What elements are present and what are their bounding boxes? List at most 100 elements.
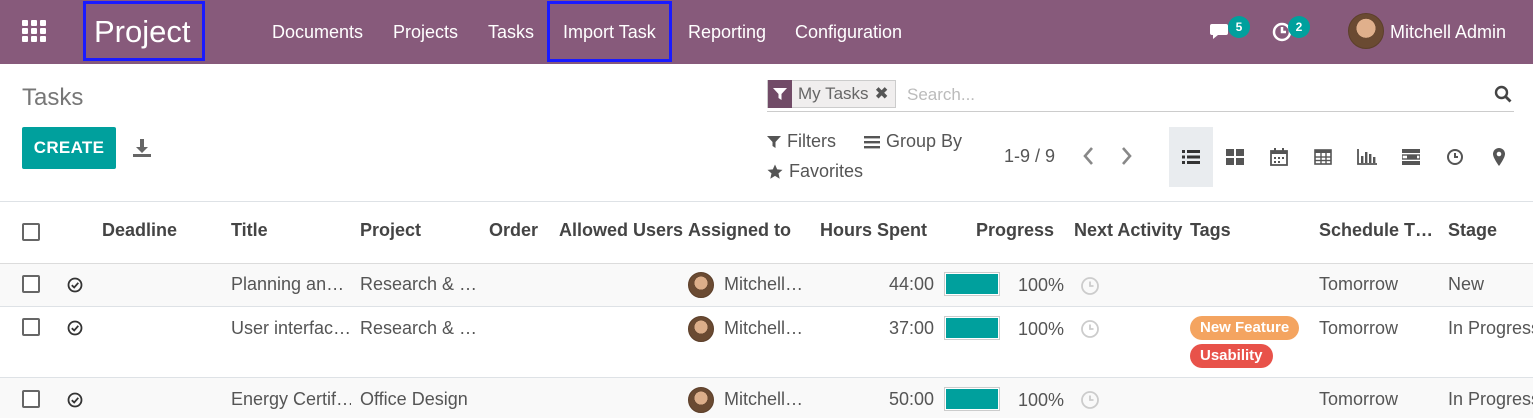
facet-remove-icon[interactable]: ✖ [875, 84, 895, 104]
top-navbar: Project Documents Projects Tasks Import … [0, 0, 1533, 64]
list-view-button[interactable] [1169, 127, 1213, 187]
menu-configuration[interactable]: Configuration [795, 0, 902, 64]
clock-icon [1447, 149, 1463, 165]
col-order[interactable]: Order [489, 220, 538, 241]
bar-chart-icon [1357, 149, 1377, 165]
apps-menu-icon[interactable] [22, 20, 48, 44]
menu-tasks[interactable]: Tasks [488, 0, 534, 64]
task-project: Research & … [360, 318, 478, 338]
table-row[interactable]: Planning an… Research & … Mitchell… 44:0… [0, 264, 1533, 307]
activities-badge: 2 [1288, 16, 1310, 38]
col-title[interactable]: Title [231, 220, 268, 241]
col-project[interactable]: Project [360, 220, 421, 241]
check-circle-icon[interactable] [67, 320, 83, 336]
col-progress[interactable]: Progress [976, 220, 1054, 241]
task-hours: 44:00 [888, 274, 934, 294]
assignee-avatar [688, 316, 714, 342]
progress-fill [946, 274, 998, 294]
menu-documents[interactable]: Documents [272, 0, 363, 64]
task-assignee: Mitchell… [724, 318, 804, 338]
task-assignee: Mitchell… [724, 274, 804, 294]
pivot-view-button[interactable] [1301, 127, 1345, 187]
check-circle-icon[interactable] [67, 277, 83, 293]
kanban-view-button[interactable] [1213, 127, 1257, 187]
task-schedule: Tomorrow [1319, 389, 1399, 409]
kanban-icon [1226, 149, 1244, 165]
activity-clock-icon[interactable] [1080, 276, 1100, 296]
calendar-view-button[interactable] [1257, 127, 1301, 187]
assignee-avatar [688, 272, 714, 298]
progress-bar [944, 316, 1000, 340]
search-icon[interactable] [1494, 85, 1512, 103]
menu-projects[interactable]: Projects [393, 0, 458, 64]
progress-bar [944, 272, 1000, 296]
messages-badge: 5 [1228, 16, 1250, 38]
progress-fill [946, 389, 998, 409]
filters-dropdown[interactable]: Filters [767, 131, 836, 152]
tag-new-feature: New Feature [1190, 316, 1300, 340]
task-stage: In Progress [1448, 389, 1533, 409]
breadcrumb: Tasks [22, 84, 84, 111]
list-icon [1182, 150, 1200, 164]
task-stage: New [1448, 274, 1485, 294]
task-hours: 50:00 [888, 389, 934, 409]
create-button[interactable]: CREATE [22, 127, 116, 169]
activities-menu[interactable]: 2 [1272, 0, 1322, 64]
gantt-view-button[interactable] [1389, 127, 1433, 187]
col-stage[interactable]: Stage [1448, 220, 1497, 241]
task-assignee: Mitchell… [724, 389, 804, 409]
map-view-button[interactable] [1477, 127, 1521, 187]
task-hours: 37:00 [888, 318, 934, 338]
star-icon [767, 164, 783, 179]
select-all-checkbox[interactable] [22, 223, 40, 241]
activity-clock-icon[interactable] [1080, 390, 1100, 410]
filters-label: Filters [787, 131, 836, 151]
col-assigned-to[interactable]: Assigned to [688, 220, 791, 241]
chevron-left-icon[interactable] [1080, 145, 1098, 167]
activity-view-button[interactable] [1433, 127, 1477, 187]
filter-icon [768, 80, 792, 108]
map-marker-icon [1493, 148, 1505, 166]
menu-import-task[interactable]: Import Task [547, 1, 672, 62]
pager-value[interactable]: 1-9 / 9 [1004, 146, 1055, 167]
progress-bar [944, 387, 1000, 411]
table-row[interactable]: User interfac… Research & … Mitchell… 37… [0, 307, 1533, 377]
col-schedule[interactable]: Schedule T… [1319, 220, 1433, 241]
table-row[interactable]: Energy Certif… Office Design Mitchell… 5… [0, 378, 1533, 418]
panel-divider [0, 201, 1533, 202]
task-title: Planning an… [231, 274, 345, 294]
progress-fill [946, 318, 998, 338]
user-avatar[interactable] [1348, 13, 1384, 49]
pivot-icon [1314, 149, 1332, 165]
user-menu[interactable]: Mitchell Admin [1390, 0, 1506, 64]
messages-menu[interactable]: 5 [1210, 0, 1260, 64]
graph-view-button[interactable] [1345, 127, 1389, 187]
col-allowed-users[interactable]: Allowed Users [559, 220, 683, 241]
activity-clock-icon[interactable] [1080, 319, 1100, 339]
col-deadline[interactable]: Deadline [102, 220, 177, 241]
facet-label: My Tasks [798, 84, 869, 103]
progress-label: 100% [1018, 390, 1065, 410]
col-next-activity[interactable]: Next Activity [1074, 220, 1182, 241]
row-checkbox[interactable] [22, 390, 40, 408]
download-icon[interactable] [133, 138, 151, 158]
search-bar: My Tasks ✖ [767, 80, 1514, 112]
check-circle-icon[interactable] [67, 392, 83, 408]
task-project: Research & … [360, 274, 478, 294]
task-project: Office Design [360, 389, 468, 409]
app-brand[interactable]: Project [83, 1, 205, 61]
search-input[interactable] [907, 82, 1467, 108]
col-tags[interactable]: Tags [1190, 220, 1231, 241]
task-stage: In Progress [1448, 318, 1533, 338]
col-hours-spent[interactable]: Hours Spent [820, 220, 927, 241]
favorites-dropdown[interactable]: Favorites [767, 161, 863, 182]
task-title: Energy Certif… [231, 389, 351, 409]
groupby-label: Group By [886, 131, 963, 151]
row-checkbox[interactable] [22, 275, 40, 293]
chevron-right-icon[interactable] [1117, 145, 1135, 167]
row-checkbox[interactable] [22, 318, 40, 336]
task-title: User interfac… [231, 318, 351, 338]
view-switcher [1169, 127, 1521, 187]
menu-reporting[interactable]: Reporting [688, 0, 766, 64]
groupby-dropdown[interactable]: Group By [864, 131, 962, 152]
